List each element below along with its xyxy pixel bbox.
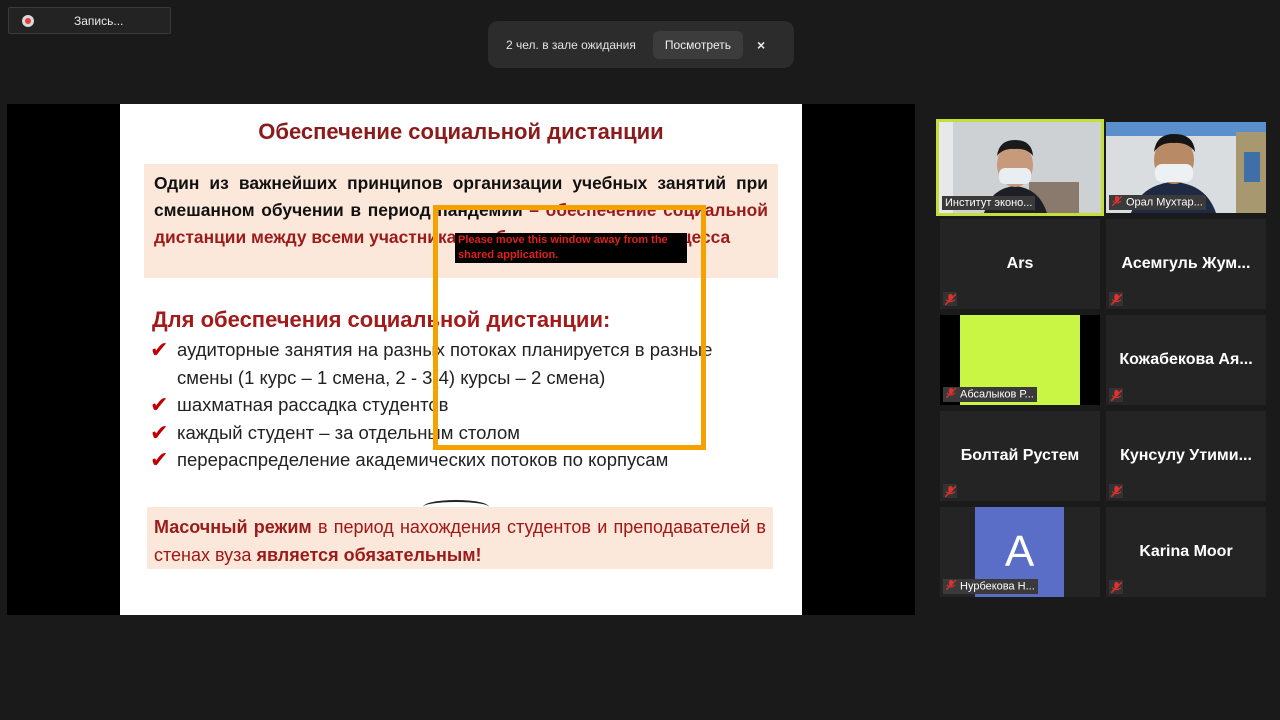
mask-box: Масочный режим в период нахождения студе… [147,507,773,569]
view-waiting-room-button[interactable]: Посмотреть [652,30,744,59]
participant-tile-video[interactable]: Орал Мухтар... [1106,122,1266,213]
record-icon [22,14,34,27]
share-warning: Please move this window away from the sh… [455,233,687,263]
participant-tile[interactable]: A Нурбекова Н... [940,507,1100,597]
recording-label: Запись... [74,13,124,28]
participant-name: Асемгуль Жум... [1121,255,1251,272]
mic-muted-icon [943,484,957,498]
participant-tile[interactable]: Кунсулу Утими... [1106,411,1266,501]
close-icon[interactable]: × [757,37,765,53]
checkmark-icon: ✔ [150,392,169,417]
participant-tile[interactable]: Болтай Рустем [940,411,1100,501]
participant-name: Болтай Рустем [960,447,1080,464]
mic-muted-icon [1109,292,1123,306]
presentation-slide: Обеспечение социальной дистанции Один из… [120,104,802,615]
participant-name: Кожабекова Ая... [1119,351,1253,368]
participant-name: Орал Мухтар... [1109,195,1206,210]
participant-tile[interactable]: Karina Moor [1106,507,1266,597]
checkmark-icon: ✔ [150,447,169,472]
mic-muted-icon [943,292,957,306]
mask-end: является обязательным! [256,545,482,565]
participant-name: Институт эконо... [942,196,1036,210]
mic-muted-icon [945,579,957,593]
mic-muted-icon [945,387,957,401]
checkmark-icon: ✔ [150,337,169,362]
participant-tile[interactable]: Асемгуль Жум... [1106,219,1266,309]
participant-tile[interactable]: Кожабекова Ая... [1106,315,1266,405]
mic-muted-icon [1109,484,1123,498]
list-item: ✔ перераспределение академических потоков… [150,447,669,472]
shared-screen: Обеспечение социальной дистанции Один из… [7,104,915,615]
mic-muted-icon [1109,388,1123,402]
participant-tile-video[interactable]: Институт эконо... [936,119,1104,216]
mask-bold: Масочный режим [154,517,312,537]
mic-muted-icon [1111,195,1123,209]
participant-tile[interactable]: Ars [940,219,1100,309]
waiting-room-banner: 2 чел. в зале ожидания Посмотреть × [488,21,794,68]
checkmark-icon: ✔ [150,419,169,445]
participant-name: Ars [1006,255,1034,272]
slide-title: Обеспечение социальной дистанции [258,119,664,144]
participant-name: Нурбекова Н... [943,579,1038,594]
participant-name: Karina Moor [1139,543,1233,560]
recording-indicator[interactable]: Запись... [8,7,171,34]
participant-name: Кунсулу Утими... [1120,447,1252,464]
participant-name: Абсалыков Р... [943,387,1037,402]
waiting-room-message: 2 чел. в зале ожидания [506,37,636,52]
mic-muted-icon [1109,580,1123,594]
participant-tile-video[interactable]: Абсалыков Р... [940,315,1100,405]
